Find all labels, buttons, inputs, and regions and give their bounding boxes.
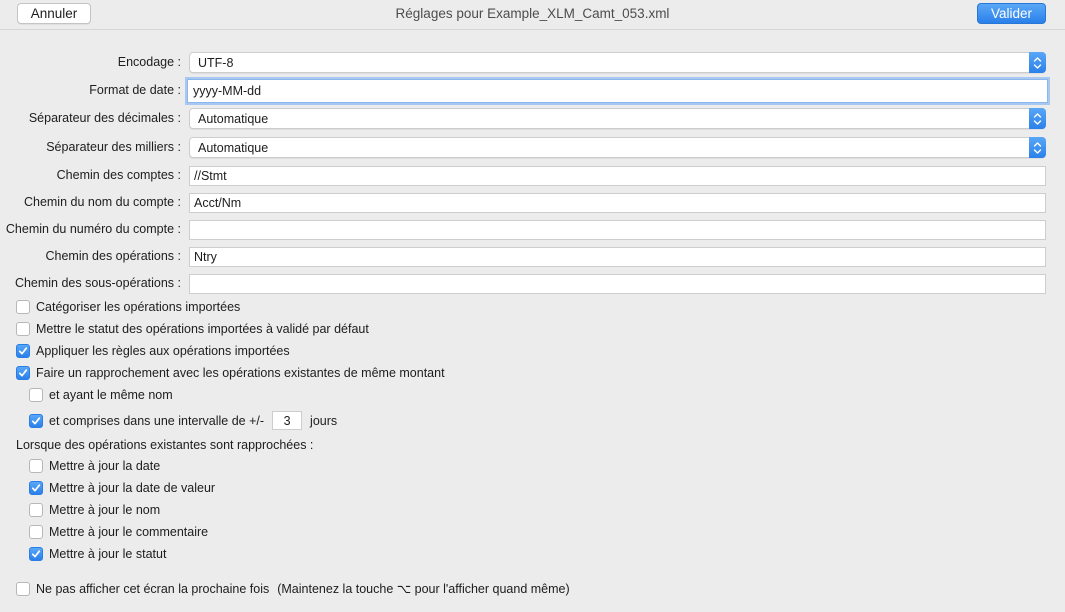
thousands-separator-popup[interactable]: Automatique xyxy=(189,137,1046,158)
encoding-label: Encodage : xyxy=(117,55,181,69)
account-number-path-input[interactable] xyxy=(189,220,1046,240)
update-name-label: Mettre à jour le nom xyxy=(49,503,161,517)
account-name-path-input[interactable]: Acct/Nm xyxy=(189,193,1046,213)
checkmark-icon xyxy=(18,347,28,355)
set-validated-option[interactable]: Mettre le statut des opérations importée… xyxy=(16,322,369,336)
updown-chevron-icon xyxy=(1029,137,1046,158)
days-unit-label: jours xyxy=(310,413,338,428)
apply-rules-option[interactable]: Appliquer les règles aux opérations impo… xyxy=(16,344,290,358)
validate-button[interactable]: Valider xyxy=(977,3,1046,24)
thousands-separator-label: Séparateur des milliers : xyxy=(46,140,181,154)
date-format-input[interactable]: yyyy-MM-dd xyxy=(187,79,1048,103)
encoding-value: UTF-8 xyxy=(198,55,234,70)
date-format-label: Format de date : xyxy=(89,83,181,97)
update-comment-label: Mettre à jour le commentaire xyxy=(49,525,209,539)
reconcile-label: Faire un rapprochement avec les opératio… xyxy=(36,366,445,380)
decimal-separator-popup[interactable]: Automatique xyxy=(189,108,1046,129)
thousands-separator-value: Automatique xyxy=(198,140,269,155)
within-interval-checkbox[interactable] xyxy=(29,413,43,428)
update-comment-checkbox[interactable] xyxy=(29,525,43,539)
date-format-value: yyyy-MM-dd xyxy=(193,84,262,98)
within-interval-label: et comprises dans une intervalle de +/- xyxy=(49,413,265,428)
dont-show-option[interactable]: Ne pas afficher cet écran la prochaine f… xyxy=(16,581,570,596)
update-status-label: Mettre à jour le statut xyxy=(49,547,167,561)
dont-show-label: Ne pas afficher cet écran la prochaine f… xyxy=(36,581,270,596)
same-name-checkbox[interactable] xyxy=(29,388,43,402)
categorize-label: Catégoriser les opérations importées xyxy=(36,300,241,314)
window-title: Réglages pour Example_XLM_Camt_053.xml xyxy=(395,6,670,21)
update-value-date-option[interactable]: Mettre à jour la date de valeur xyxy=(29,481,215,495)
decimal-separator-label: Séparateur des décimales : xyxy=(28,111,181,125)
update-name-option[interactable]: Mettre à jour le nom xyxy=(29,503,160,517)
transactions-path-label: Chemin des opérations : xyxy=(45,249,182,263)
update-name-checkbox[interactable] xyxy=(29,503,43,517)
categorize-option[interactable]: Catégoriser les opérations importées xyxy=(16,300,240,314)
account-number-path-label: Chemin du numéro du compte : xyxy=(5,222,181,236)
subtransactions-path-input[interactable] xyxy=(189,274,1046,294)
update-value-date-checkbox[interactable] xyxy=(29,481,43,495)
reconcile-option[interactable]: Faire un rapprochement avec les opératio… xyxy=(16,366,445,380)
set-validated-label: Mettre le statut des opérations importée… xyxy=(36,322,369,336)
title-bar: Annuler Réglages pour Example_XLM_Camt_0… xyxy=(0,0,1065,30)
same-name-option[interactable]: et ayant le même nom xyxy=(29,388,173,402)
decimal-separator-value: Automatique xyxy=(198,111,269,126)
transactions-path-value: Ntry xyxy=(194,250,217,264)
updown-chevron-icon xyxy=(1029,52,1046,73)
reconciled-section-title: Lorsque des opérations existantes sont r… xyxy=(16,438,314,452)
update-date-option[interactable]: Mettre à jour la date xyxy=(29,459,160,473)
accounts-path-input[interactable]: //Stmt xyxy=(189,166,1046,186)
days-input[interactable]: 3 xyxy=(272,411,303,430)
update-date-label: Mettre à jour la date xyxy=(49,459,161,473)
accounts-path-label: Chemin des comptes : xyxy=(56,168,181,182)
update-status-checkbox[interactable] xyxy=(29,547,43,561)
accounts-path-value: //Stmt xyxy=(194,169,227,183)
update-date-checkbox[interactable] xyxy=(29,459,43,473)
update-status-option[interactable]: Mettre à jour le statut xyxy=(29,547,166,561)
apply-rules-label: Appliquer les règles aux opérations impo… xyxy=(36,344,290,358)
checkmark-icon xyxy=(18,369,28,377)
categorize-checkbox[interactable] xyxy=(16,300,30,314)
update-comment-option[interactable]: Mettre à jour le commentaire xyxy=(29,525,208,539)
set-validated-checkbox[interactable] xyxy=(16,322,30,336)
updown-chevron-icon xyxy=(1029,108,1046,129)
encoding-popup[interactable]: UTF-8 xyxy=(189,52,1046,73)
account-name-path-value: Acct/Nm xyxy=(194,196,242,210)
checkmark-icon xyxy=(31,484,41,492)
within-interval-option[interactable]: et comprises dans une intervalle de +/- … xyxy=(29,411,337,430)
cancel-button[interactable]: Annuler xyxy=(17,3,91,24)
transactions-path-input[interactable]: Ntry xyxy=(189,247,1046,267)
subtransactions-path-label: Chemin des sous-opérations : xyxy=(14,276,181,290)
apply-rules-checkbox[interactable] xyxy=(16,344,30,358)
checkmark-icon xyxy=(31,416,41,424)
same-name-label: et ayant le même nom xyxy=(49,388,173,402)
option-key-hint: (Maintenez la touche ⌥ pour l'afficher q… xyxy=(277,582,570,596)
reconcile-checkbox[interactable] xyxy=(16,366,30,380)
dont-show-checkbox[interactable] xyxy=(16,581,30,596)
checkmark-icon xyxy=(31,550,41,558)
update-value-date-label: Mettre à jour la date de valeur xyxy=(49,481,216,495)
account-name-path-label: Chemin du nom du compte : xyxy=(23,195,181,209)
